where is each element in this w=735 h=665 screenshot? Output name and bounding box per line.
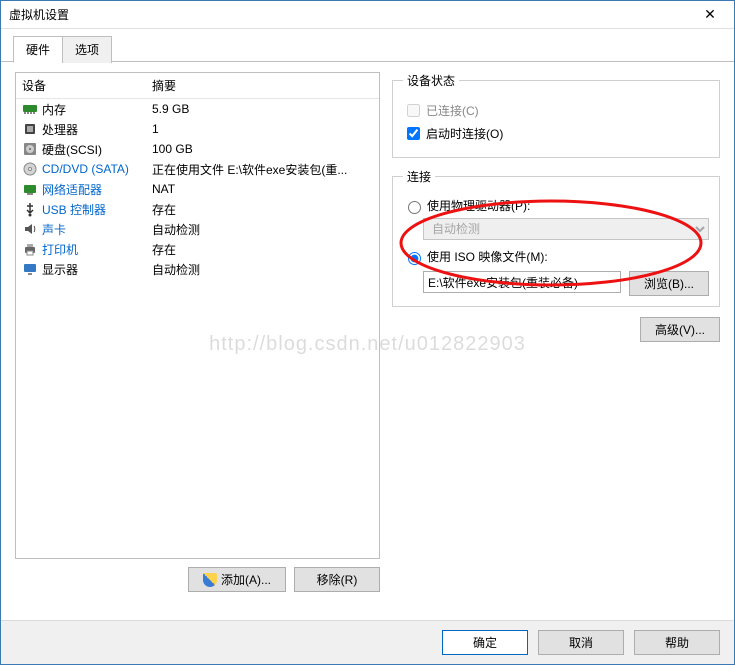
hardware-row[interactable]: 处理器1: [16, 119, 379, 139]
use-iso-radio[interactable]: [408, 252, 421, 265]
device-summary: NAT: [152, 182, 373, 196]
connect-at-poweron-label: 启动时连接(O): [426, 125, 503, 142]
device-name: 声卡: [42, 221, 152, 238]
add-label: 添加(A)...: [221, 573, 271, 587]
device-name: CD/DVD (SATA): [42, 162, 152, 176]
close-icon[interactable]: ✕: [690, 3, 730, 27]
connection-legend: 连接: [403, 168, 435, 185]
device-summary: 正在使用文件 E:\软件exe安装包(重...: [152, 161, 373, 178]
device-name: 内存: [42, 101, 152, 118]
hardware-list-header: 设备 摘要: [16, 73, 379, 99]
printer-icon: [22, 241, 38, 257]
connect-at-poweron-row[interactable]: 启动时连接(O): [403, 124, 709, 143]
cpu-icon: [22, 121, 38, 137]
advanced-row: 高级(V)...: [392, 317, 720, 342]
right-column: 设备状态 已连接(C) 启动时连接(O) 连接 使用物理驱动器(P):: [392, 72, 720, 592]
device-name: USB 控制器: [42, 201, 152, 218]
device-name: 硬盘(SCSI): [42, 141, 152, 158]
tab-options[interactable]: 选项: [62, 36, 112, 63]
physical-drive-combo: 自动检测: [423, 218, 709, 240]
device-state-group: 设备状态 已连接(C) 启动时连接(O): [392, 72, 720, 158]
device-summary: 100 GB: [152, 142, 373, 156]
hardware-row[interactable]: 声卡自动检测: [16, 219, 379, 239]
shield-icon: [203, 573, 217, 587]
vm-settings-window: 虚拟机设置 ✕ 硬件 选项 设备 摘要 内存5.9 GB处理器1硬盘(SCSI)…: [0, 0, 735, 665]
device-state-legend: 设备状态: [403, 72, 459, 89]
usb-icon: [22, 201, 38, 217]
disc-icon: [22, 161, 38, 177]
hardware-row[interactable]: CD/DVD (SATA)正在使用文件 E:\软件exe安装包(重...: [16, 159, 379, 179]
use-iso-row[interactable]: 使用 ISO 映像文件(M):: [403, 248, 709, 265]
tab-hardware[interactable]: 硬件: [13, 36, 63, 63]
hardware-buttons: 添加(A)... 移除(R): [15, 567, 380, 592]
cancel-button[interactable]: 取消: [538, 630, 624, 655]
tab-bar: 硬件 选项: [13, 35, 734, 62]
left-column: 设备 摘要 内存5.9 GB处理器1硬盘(SCSI)100 GBCD/DVD (…: [15, 72, 380, 592]
use-physical-label: 使用物理驱动器(P):: [427, 197, 530, 214]
hardware-list[interactable]: 设备 摘要 内存5.9 GB处理器1硬盘(SCSI)100 GBCD/DVD (…: [15, 72, 380, 559]
window-title: 虚拟机设置: [9, 6, 690, 23]
col-header-summary: 摘要: [152, 77, 176, 94]
disk-icon: [22, 141, 38, 157]
iso-path-input[interactable]: [423, 271, 621, 293]
col-header-device: 设备: [22, 77, 152, 94]
hardware-row[interactable]: 内存5.9 GB: [16, 99, 379, 119]
hardware-row[interactable]: USB 控制器存在: [16, 199, 379, 219]
hardware-row[interactable]: 硬盘(SCSI)100 GB: [16, 139, 379, 159]
device-summary: 自动检测: [152, 261, 373, 278]
device-summary: 5.9 GB: [152, 102, 373, 116]
ok-button[interactable]: 确定: [442, 630, 528, 655]
sound-icon: [22, 221, 38, 237]
use-physical-radio[interactable]: [408, 201, 421, 214]
device-name: 网络适配器: [42, 181, 152, 198]
body-area: 设备 摘要 内存5.9 GB处理器1硬盘(SCSI)100 GBCD/DVD (…: [1, 62, 734, 592]
connected-row: 已连接(C): [403, 101, 709, 120]
device-name: 显示器: [42, 261, 152, 278]
browse-button[interactable]: 浏览(B)...: [629, 271, 709, 296]
hardware-row[interactable]: 打印机存在: [16, 239, 379, 259]
use-iso-label: 使用 ISO 映像文件(M):: [427, 248, 548, 265]
footer: 确定 取消 帮助: [1, 620, 734, 664]
titlebar: 虚拟机设置 ✕: [1, 1, 734, 29]
hardware-row[interactable]: 显示器自动检测: [16, 259, 379, 279]
device-summary: 存在: [152, 241, 373, 258]
advanced-button[interactable]: 高级(V)...: [640, 317, 720, 342]
display-icon: [22, 261, 38, 277]
device-summary: 1: [152, 122, 373, 136]
connect-at-poweron-checkbox[interactable]: [407, 127, 420, 140]
nic-icon: [22, 181, 38, 197]
connected-label: 已连接(C): [426, 102, 479, 119]
memory-icon: [22, 101, 38, 117]
add-hardware-button[interactable]: 添加(A)...: [188, 567, 286, 592]
connection-group: 连接 使用物理驱动器(P): 自动检测 使用 ISO 映像文件(M): 浏览: [392, 168, 720, 307]
device-name: 打印机: [42, 241, 152, 258]
device-summary: 存在: [152, 201, 373, 218]
device-name: 处理器: [42, 121, 152, 138]
connected-checkbox: [407, 104, 420, 117]
use-physical-row[interactable]: 使用物理驱动器(P):: [403, 197, 709, 214]
help-button[interactable]: 帮助: [634, 630, 720, 655]
device-summary: 自动检测: [152, 221, 373, 238]
hardware-row[interactable]: 网络适配器NAT: [16, 179, 379, 199]
remove-hardware-button[interactable]: 移除(R): [294, 567, 380, 592]
